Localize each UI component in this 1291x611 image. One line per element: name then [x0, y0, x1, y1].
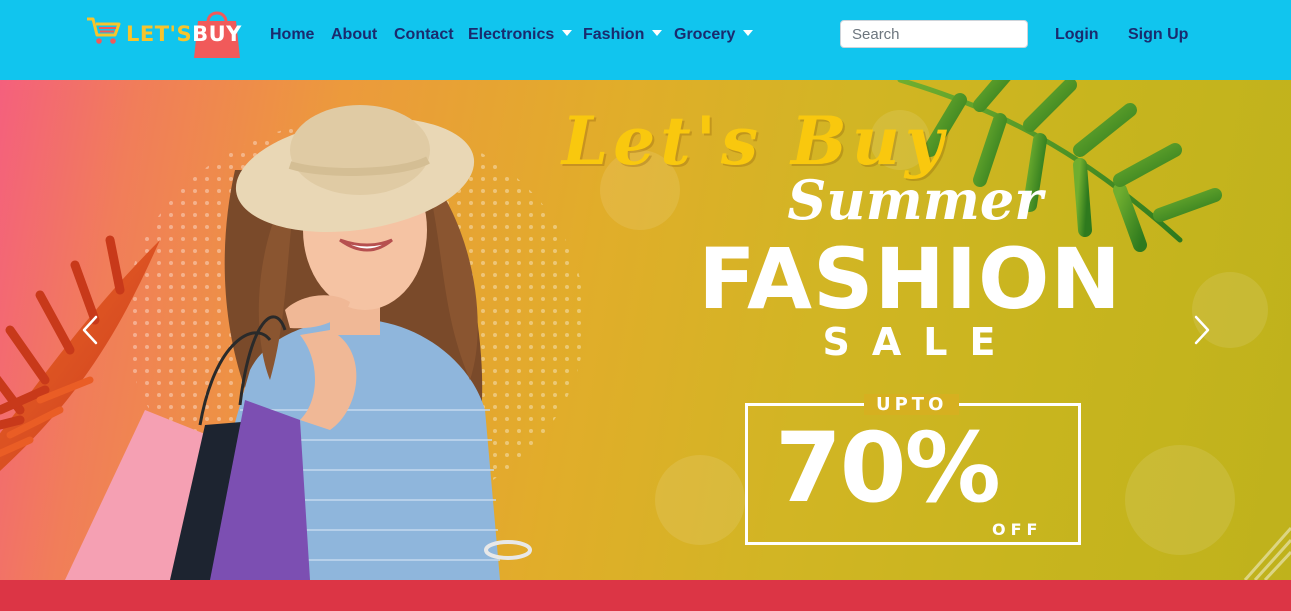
navbar: LET'SBUY Home About Contact Electronics …	[0, 0, 1291, 80]
chevron-left-icon	[82, 315, 98, 345]
hero-carousel: Let's Buy Summer FASHION SALE UPTO 70% O…	[0, 80, 1291, 580]
nav-grocery-dropdown[interactable]: Grocery	[674, 26, 754, 44]
hero-title-fashion: FASHION	[698, 230, 1122, 328]
nav-contact[interactable]: Contact	[394, 26, 454, 44]
nav-fashion-dropdown[interactable]: Fashion	[583, 26, 663, 44]
brand-logo[interactable]: LET'SBUY	[86, 8, 246, 60]
caret-down-icon	[562, 29, 573, 36]
caret-down-icon	[743, 29, 754, 36]
brand-name-part1: LET'S	[126, 22, 193, 46]
hero-title-summer: Summer	[787, 168, 1043, 232]
nav-about[interactable]: About	[331, 26, 377, 44]
offer-percent: 70%	[775, 412, 1001, 524]
nav-fashion-label: Fashion	[583, 26, 645, 43]
carousel-prev-button[interactable]	[70, 305, 110, 355]
hero-title-sale: SALE	[822, 320, 1018, 364]
nav-electronics-label: Electronics	[468, 26, 555, 43]
chevron-right-icon	[1194, 315, 1210, 345]
search-input[interactable]	[840, 20, 1028, 48]
shopping-cart-icon	[87, 17, 121, 44]
brand-name-part2: BUY	[192, 22, 242, 46]
login-link[interactable]: Login	[1055, 26, 1099, 44]
section-divider-strip	[0, 580, 1291, 611]
brand-name: LET'SBUY	[126, 22, 242, 46]
signup-link[interactable]: Sign Up	[1128, 26, 1188, 44]
nav-home[interactable]: Home	[270, 26, 314, 44]
carousel-next-button[interactable]	[1182, 305, 1222, 355]
offer-off: OFF	[992, 520, 1043, 539]
nav-grocery-label: Grocery	[674, 26, 736, 43]
caret-down-icon	[652, 29, 663, 36]
nav-electronics-dropdown[interactable]: Electronics	[468, 26, 573, 44]
